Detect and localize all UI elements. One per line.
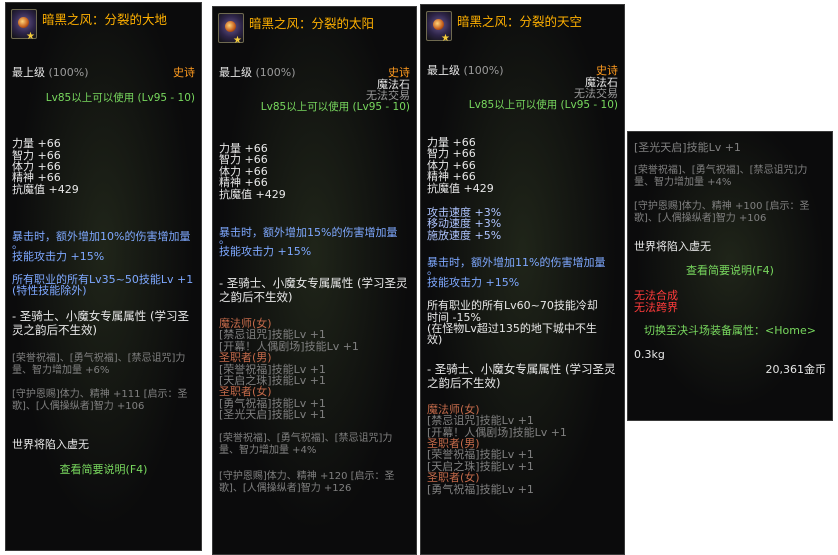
item-price: 20,361金币 bbox=[765, 363, 827, 377]
world-lore: 世界将陷入虚无 bbox=[634, 240, 711, 254]
star-icon: ★ bbox=[26, 31, 35, 42]
item-tooltip-sun: ★ 暗黑之风：分裂的太阳 最上级 (100%) 史诗 魔法石 无法交易 Lv85… bbox=[212, 6, 417, 555]
cooldown-condition: (在怪物Lv超过135的地下城中不生 bbox=[427, 321, 597, 335]
level-requirement: Lv85以上可以使用 (Lv95 - 10) bbox=[45, 91, 195, 104]
cooldown-bonus: 所有职业的所有Lv60~70技能冷却 bbox=[427, 299, 598, 313]
bonus-stats-1: [荣誉祝福]、[勇气祝福]、[禁忌诅咒]力量、智力增加量 +4% bbox=[634, 165, 808, 189]
skill-level-note: (特性技能除外) bbox=[12, 284, 87, 298]
class-skill: 圣职者(女) bbox=[219, 385, 272, 399]
trade-status: 无法交易 bbox=[574, 87, 618, 101]
stat-str: 力量 +66 bbox=[12, 137, 61, 151]
no-cross-world: 无法跨界 bbox=[634, 300, 678, 314]
bonus-stats-2: [守护恩赐]体力、精神 +100 [启示：圣歌]、[人偶操纵者]智力 +106 bbox=[634, 201, 810, 225]
exclusive-attributes: - 圣骑士、小魔女专属属性 (学习圣灵之韵后不生效) bbox=[12, 308, 189, 337]
crit-effect: 暴击时，额外增加10%的伤害增加量 bbox=[12, 230, 191, 244]
item-title: 暗黑之风：分裂的天空 bbox=[457, 14, 583, 29]
class-skill: [圣光天启]技能Lv +1 bbox=[219, 408, 326, 422]
bonus-stats-2: [守护恩赐]体力、精神 +120 [启示：圣歌]、[人偶操纵者]智力 +126 bbox=[219, 470, 395, 494]
star-icon: ★ bbox=[233, 35, 242, 46]
item-title: 暗黑之风：分裂的大地 bbox=[42, 12, 168, 27]
item-tooltip-continued: [圣光天启]技能Lv +1 [荣誉祝福]、[勇气祝福]、[禁忌诅咒]力量、智力增… bbox=[627, 131, 833, 421]
bonus-stats-1: [荣誉祝福]、[勇气祝福]、[禁忌诅咒]力量、智力增加量 +6% bbox=[12, 352, 186, 376]
item-tooltip-earth: ★ 暗黑之风：分裂的大地 最上级 (100%) 史诗 Lv85以上可以使用 (L… bbox=[5, 2, 202, 551]
view-description-button[interactable]: 查看简要说明(F4) bbox=[628, 264, 832, 276]
no-synthesis: 无法合成 bbox=[634, 289, 678, 303]
rarity-label: 史诗 bbox=[173, 66, 195, 80]
item-weight: 0.3kg bbox=[634, 348, 665, 362]
item-orb-icon: ★ bbox=[218, 13, 244, 46]
crit-effect: 暴击时，额外增加11%的伤害增加量 bbox=[427, 256, 606, 270]
level-requirement: Lv85以上可以使用 (Lv95 - 10) bbox=[468, 98, 618, 111]
item-orb-icon: ★ bbox=[426, 11, 452, 44]
switch-arena-button[interactable]: 切换至决斗场装备属性：<Home> bbox=[628, 325, 832, 337]
item-orb-icon: ★ bbox=[11, 9, 37, 42]
star-icon: ★ bbox=[441, 33, 450, 44]
stat-spr: 精神 +66 bbox=[219, 176, 268, 190]
stat-magic-res: 抗魔值 +429 bbox=[427, 181, 494, 195]
bonus-stats-2: [守护恩赐]体力、精神 +111 [启示：圣歌]、[人偶操纵者]智力 +106 bbox=[12, 388, 188, 412]
stat-magic-res: 抗魔值 +429 bbox=[219, 187, 286, 201]
class-skill: 圣职者(男) bbox=[219, 351, 272, 365]
crit-effect: 暴击时，额外增加15%的伤害增加量 bbox=[219, 226, 398, 240]
class-skill: [禁忌诅咒]技能Lv +1 bbox=[427, 414, 534, 428]
cooldown-condition-end: 效) bbox=[427, 333, 443, 347]
class-skill: [圣光天启]技能Lv +1 bbox=[634, 141, 741, 154]
world-lore: 世界将陷入虚无 bbox=[12, 437, 89, 451]
skill-attack: 技能攻击力 +15% bbox=[427, 275, 520, 289]
item-title: 暗黑之风：分裂的太阳 bbox=[249, 16, 375, 31]
level-requirement: Lv85以上可以使用 (Lv95 - 10) bbox=[260, 100, 410, 113]
view-description-button[interactable]: 查看简要说明(F4) bbox=[6, 464, 201, 476]
bonus-stats-1: [荣誉祝福]、[勇气祝福]、[禁忌诅咒]力量、智力增加量 +4% bbox=[219, 432, 393, 456]
item-tooltip-sky: ★ 暗黑之风：分裂的天空 最上级 (100%) 史诗 魔法石 无法交易 Lv85… bbox=[420, 4, 625, 555]
exclusive-attributes: - 圣骑士、小魔女专属属性 (学习圣灵之韵后不生效) bbox=[219, 275, 408, 304]
cast-speed: 施放速度 +5% bbox=[427, 228, 502, 242]
class-skill: 圣职者(女) bbox=[427, 471, 480, 485]
class-skill: [禁忌诅咒]技能Lv +1 bbox=[219, 328, 326, 342]
stat-spr: 精神 +66 bbox=[427, 170, 476, 184]
trade-status: 无法交易 bbox=[366, 89, 410, 103]
stat-magic-res: 抗魔值 +429 bbox=[12, 182, 79, 196]
exclusive-attributes: - 圣骑士、小魔女专属属性 (学习圣灵之韵后不生效) bbox=[427, 361, 616, 390]
skill-attack: 技能攻击力 +15% bbox=[12, 249, 105, 263]
class-skill: [勇气祝福]技能Lv +1 bbox=[427, 482, 534, 496]
skill-attack: 技能攻击力 +15% bbox=[219, 245, 312, 259]
